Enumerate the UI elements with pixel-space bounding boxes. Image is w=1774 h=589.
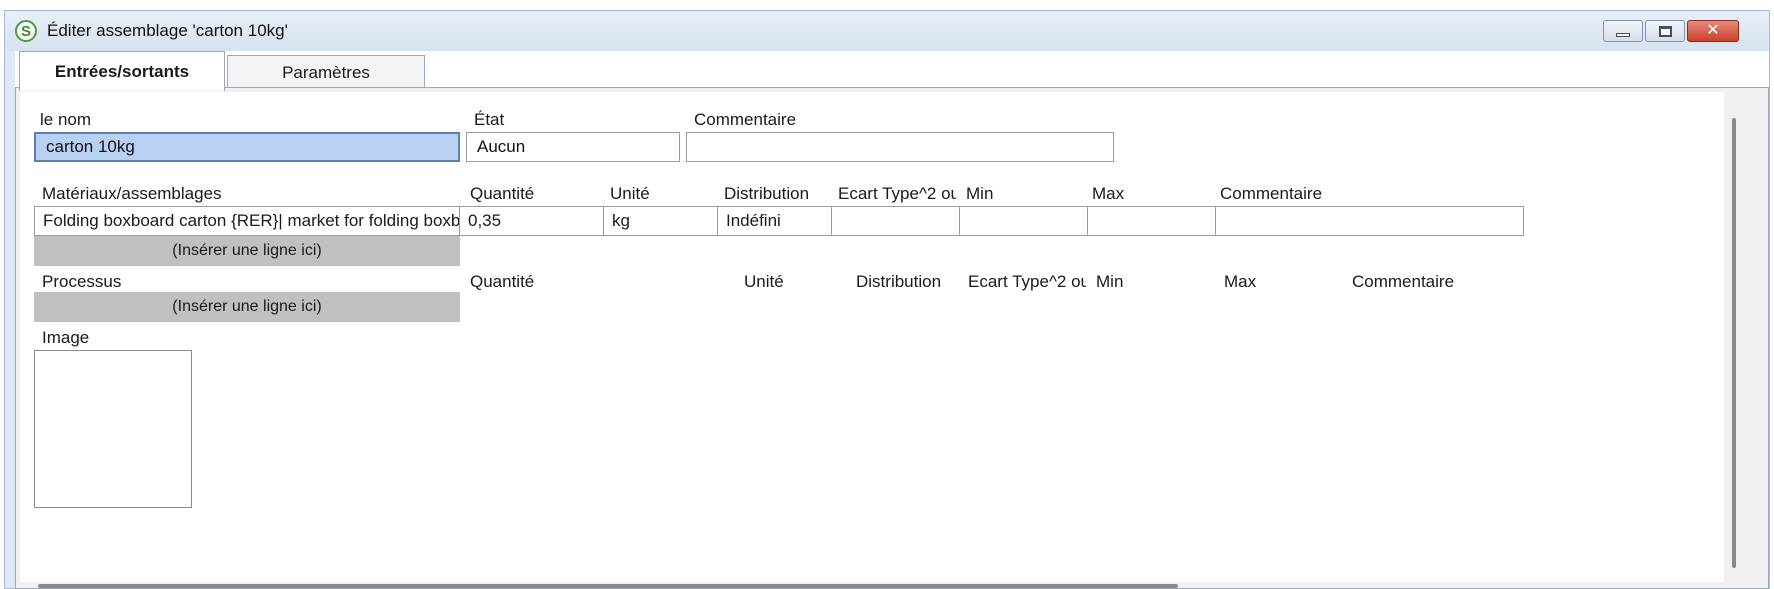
processes-col-distribution: Distribution (856, 272, 942, 291)
materials-col-stddev: Ecart Type^2 ou (838, 184, 956, 203)
maximize-button[interactable] (1645, 20, 1685, 42)
processes-col-quantity: Quantité (470, 272, 535, 291)
form-area: le nom carton 10kg État Aucun Commentair… (20, 92, 1724, 582)
processes-col-min: Min (1096, 272, 1124, 291)
processes-insert-row-button[interactable]: (Insérer une ligne ici) (34, 292, 460, 322)
processes-col-comment: Commentaire (1352, 272, 1455, 291)
materials-insert-row-button[interactable]: (Insérer une ligne ici) (34, 236, 460, 266)
materials-col-distribution: Distribution (724, 184, 810, 203)
processes-section-label: Processus (42, 272, 122, 291)
materials-col-min: Min (966, 184, 994, 203)
materials-col-max: Max (1092, 184, 1125, 203)
comment-field[interactable] (686, 132, 1114, 162)
close-button[interactable]: ✕ (1687, 20, 1739, 42)
tab-entries-outputs[interactable]: Entrées/sortants (19, 51, 225, 91)
processes-col-stddev: Ecart Type^2 ou (968, 272, 1086, 291)
tab-parameters[interactable]: Paramètres (227, 55, 425, 89)
material-comment-cell[interactable] (1216, 206, 1524, 236)
image-label: Image (42, 328, 90, 347)
tab-panel: le nom carton 10kg État Aucun Commentair… (15, 87, 1769, 589)
vertical-scrollbar[interactable] (1732, 118, 1736, 568)
materials-col-comment: Commentaire (1220, 184, 1323, 203)
window-title: Éditer assemblage 'carton 10kg' (47, 21, 288, 40)
name-label: le nom (40, 110, 92, 129)
horizontal-scrollbar[interactable] (38, 584, 1178, 588)
material-quantity-cell[interactable]: 0,35 (460, 206, 604, 236)
material-distribution-cell[interactable]: Indéfini (718, 206, 832, 236)
material-max-cell[interactable] (1088, 206, 1216, 236)
minimize-icon (1616, 33, 1630, 37)
material-stddev-cell[interactable] (832, 206, 960, 236)
app-logo-letter: S (20, 22, 31, 40)
maximize-icon (1658, 25, 1672, 37)
name-field[interactable]: carton 10kg (34, 132, 460, 162)
material-name-cell[interactable]: Folding boxboard carton {RER}| market fo… (34, 206, 460, 236)
materials-section-label: Matériaux/assemblages (42, 184, 222, 203)
processes-col-max: Max (1224, 272, 1257, 291)
processes-col-unit: Unité (744, 272, 784, 291)
comment-label: Commentaire (694, 110, 797, 129)
image-box[interactable] (34, 350, 192, 508)
minimize-button[interactable] (1603, 20, 1643, 42)
title-bar[interactable]: S Éditer assemblage 'carton 10kg' ✕ (5, 11, 1769, 51)
tab-strip: Entrées/sortants Paramètres (15, 51, 1769, 91)
app-logo-icon: S (15, 20, 37, 42)
state-label: État (474, 110, 505, 129)
materials-col-quantity: Quantité (470, 184, 535, 203)
close-icon: ✕ (1706, 22, 1720, 39)
table-row[interactable]: Folding boxboard carton {RER}| market fo… (34, 206, 1524, 236)
materials-col-unit: Unité (610, 184, 650, 203)
state-field[interactable]: Aucun (466, 132, 680, 162)
material-min-cell[interactable] (960, 206, 1088, 236)
edit-assembly-window: S Éditer assemblage 'carton 10kg' ✕ Entr… (4, 10, 1770, 589)
material-unit-cell[interactable]: kg (604, 206, 718, 236)
